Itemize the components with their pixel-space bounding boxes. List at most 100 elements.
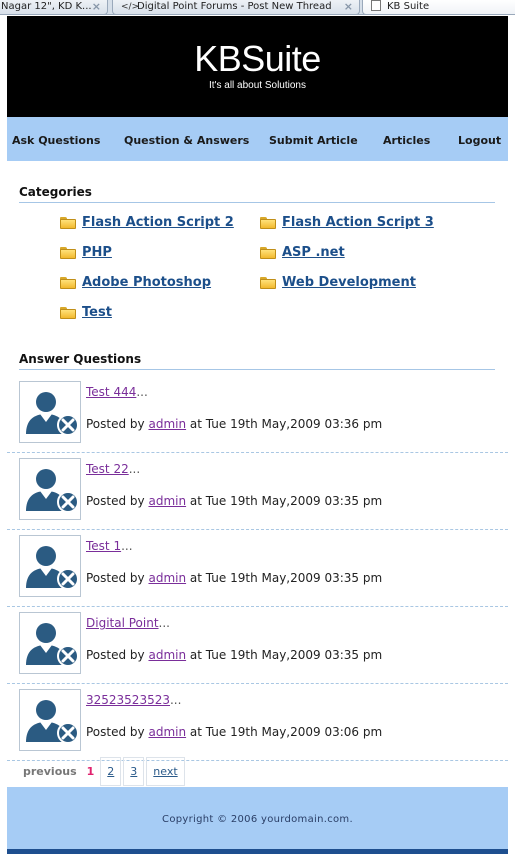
- category-item: Test: [60, 305, 112, 320]
- post-date: Tue 19th May,2009 03:35 pm: [205, 648, 383, 662]
- title-ellipsis: ...: [169, 693, 182, 707]
- category-item: Flash Action Script 3: [260, 215, 434, 230]
- at-label: at: [189, 494, 202, 508]
- category-item: Adobe Photoshop: [60, 275, 211, 290]
- avatar: [19, 458, 81, 520]
- category-item: PHP: [60, 245, 112, 260]
- question-title: Digital Point...: [86, 616, 170, 630]
- question-link[interactable]: Digital Point: [86, 616, 159, 630]
- main-nav: Ask Questions Question & Answers Submit …: [7, 117, 508, 161]
- question-link[interactable]: Test 22: [86, 462, 129, 476]
- code-icon: </>: [121, 2, 140, 12]
- folder-icon: [60, 276, 76, 289]
- page-frame: KBSuite It's all about Solutions Ask Que…: [7, 16, 508, 859]
- site-tagline: It's all about Solutions: [209, 80, 306, 91]
- site-header: KBSuite It's all about Solutions: [7, 16, 508, 117]
- question-link[interactable]: 32523523523: [86, 693, 170, 707]
- nav-logout[interactable]: Logout: [458, 134, 501, 147]
- category-link[interactable]: Web Development: [282, 275, 416, 290]
- tab-label: Nagar 12", KD K...: [1, 1, 92, 12]
- answers-divider: [19, 369, 495, 370]
- avatar: [19, 535, 81, 597]
- page-link-2[interactable]: 2: [100, 756, 122, 786]
- category-link[interactable]: ASP .net: [282, 245, 345, 260]
- question-row: Test 1... Posted by admin at Tue 19th May…: [7, 530, 508, 607]
- at-label: at: [189, 417, 202, 431]
- category-link[interactable]: Flash Action Script 2: [82, 215, 234, 230]
- title-ellipsis: ...: [158, 616, 170, 630]
- question-meta: Posted by admin at Tue 19th May,2009 03:…: [86, 417, 382, 431]
- question-title: 32523523523...: [86, 693, 181, 707]
- browser-tab-2[interactable]: </>Digital Point Forums - Post New Threa…: [112, 0, 360, 14]
- category-link[interactable]: Test: [82, 305, 112, 320]
- post-date: Tue 19th May,2009 03:06 pm: [205, 725, 383, 739]
- category-item: ASP .net: [260, 245, 345, 260]
- browser-tab-1[interactable]: Nagar 12", KD K... ×: [0, 0, 108, 14]
- previous-label: previous: [23, 764, 77, 778]
- question-link[interactable]: Test 1: [86, 539, 121, 553]
- posted-by-label: Posted by: [86, 648, 145, 662]
- pagination: previous 1 2 3 next: [19, 756, 187, 786]
- close-icon[interactable]: ×: [344, 0, 353, 13]
- site-logo[interactable]: KBSuite: [7, 38, 508, 80]
- site-footer: Copyright © 2006 yourdomain.com.: [7, 787, 508, 851]
- nav-submit-article[interactable]: Submit Article: [269, 134, 358, 147]
- question-row: Test 444... Posted by admin at Tue 19th M…: [7, 376, 508, 453]
- question-row: Test 22... Posted by admin at Tue 19th Ma…: [7, 453, 508, 530]
- question-title: Test 1...: [86, 539, 133, 553]
- browser-tab-3-active[interactable]: KB Suite: [362, 0, 515, 14]
- posted-by-label: Posted by: [86, 417, 145, 431]
- category-item: Flash Action Script 2: [60, 215, 234, 230]
- question-title: Test 444...: [86, 385, 148, 399]
- category-item: Web Development: [260, 275, 416, 290]
- folder-icon: [260, 276, 276, 289]
- author-link[interactable]: admin: [148, 571, 186, 585]
- categories-divider: [19, 202, 495, 203]
- question-link[interactable]: Test 444: [86, 385, 136, 399]
- question-meta: Posted by admin at Tue 19th May,2009 03:…: [86, 494, 382, 508]
- category-link[interactable]: Adobe Photoshop: [82, 275, 211, 290]
- at-label: at: [189, 725, 202, 739]
- copyright-text: Copyright © 2006 yourdomain.com.: [162, 814, 353, 825]
- posted-by-label: Posted by: [86, 725, 145, 739]
- question-row: 32523523523... Posted by admin at Tue 19t…: [7, 684, 508, 761]
- category-link[interactable]: PHP: [82, 245, 112, 260]
- title-ellipsis: ...: [136, 385, 148, 399]
- next-page-link[interactable]: next: [146, 756, 185, 786]
- browser-tab-strip: Nagar 12", KD K... × </>Digital Point Fo…: [0, 0, 515, 15]
- folder-icon: [260, 246, 276, 259]
- question-meta: Posted by admin at Tue 19th May,2009 03:…: [86, 648, 382, 662]
- author-link[interactable]: admin: [148, 417, 186, 431]
- post-date: Tue 19th May,2009 03:35 pm: [205, 494, 383, 508]
- current-page: 1: [86, 764, 95, 778]
- user-remove-icon: [26, 392, 79, 436]
- post-date: Tue 19th May,2009 03:35 pm: [205, 571, 383, 585]
- close-icon[interactable]: ×: [92, 0, 101, 13]
- author-link[interactable]: admin: [148, 648, 186, 662]
- user-remove-icon: [26, 469, 79, 513]
- title-ellipsis: ...: [128, 462, 141, 476]
- footer-accent-bar: [7, 849, 508, 854]
- posted-by-label: Posted by: [86, 571, 145, 585]
- question-meta: Posted by admin at Tue 19th May,2009 03:…: [86, 725, 382, 739]
- author-link[interactable]: admin: [148, 725, 186, 739]
- page-link-3[interactable]: 3: [123, 756, 145, 786]
- folder-icon: [260, 216, 276, 229]
- nav-question-answers[interactable]: Question & Answers: [124, 134, 249, 147]
- answer-questions-heading: Answer Questions: [19, 352, 142, 366]
- user-remove-icon: [26, 546, 79, 590]
- tab-label: KB Suite: [387, 1, 430, 12]
- category-link[interactable]: Flash Action Script 3: [282, 215, 434, 230]
- page-icon: [371, 0, 381, 11]
- folder-icon: [60, 246, 76, 259]
- post-date: Tue 19th May,2009 03:36 pm: [205, 417, 383, 431]
- avatar: [19, 612, 81, 674]
- title-ellipsis: ...: [121, 539, 133, 553]
- nav-articles[interactable]: Articles: [383, 134, 430, 147]
- folder-icon: [60, 216, 76, 229]
- nav-ask-questions[interactable]: Ask Questions: [12, 134, 100, 147]
- question-title: Test 22...: [86, 462, 140, 476]
- at-label: at: [189, 648, 202, 662]
- author-link[interactable]: admin: [148, 494, 186, 508]
- tab-label: Digital Point Forums - Post New Thread: [137, 1, 332, 12]
